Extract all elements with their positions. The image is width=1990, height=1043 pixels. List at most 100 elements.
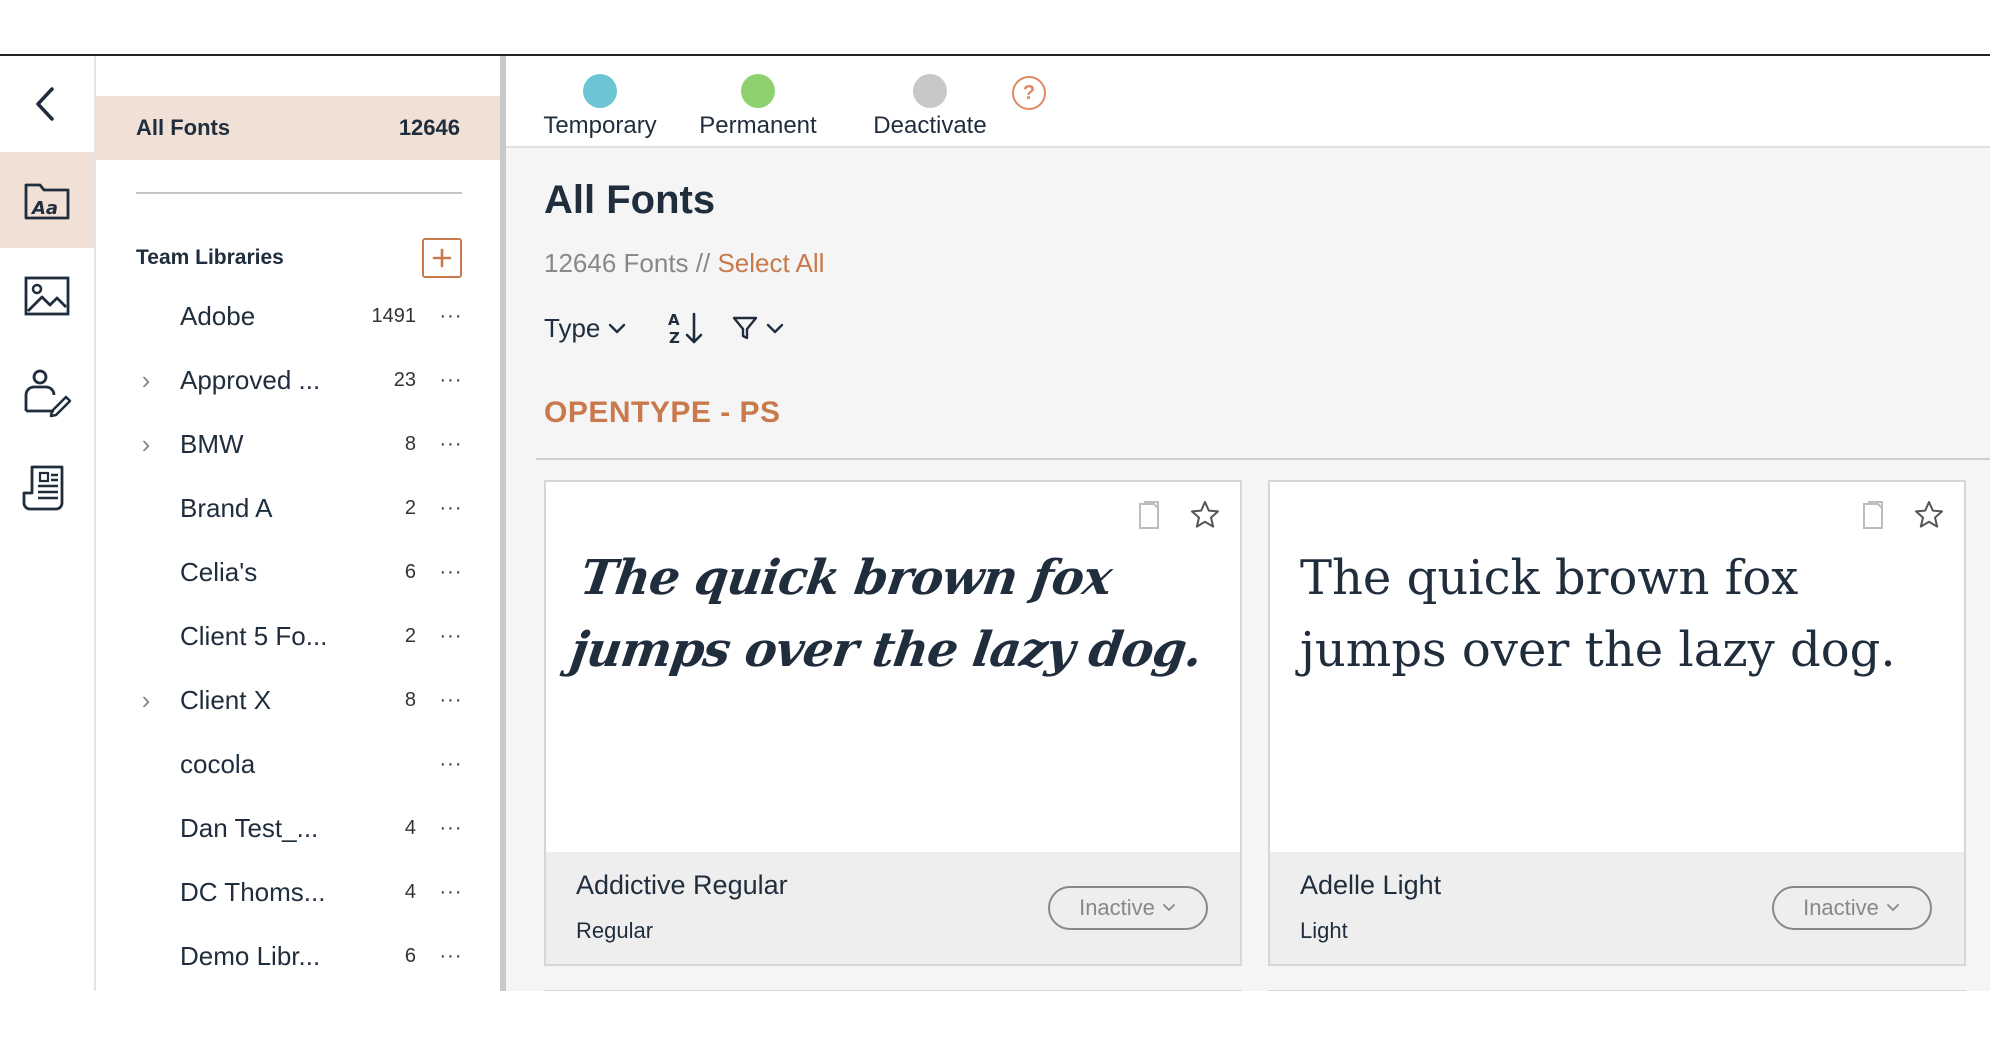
main-content: Temporary Permanent Deactivate ? All Fon…	[506, 56, 1990, 991]
more-options-icon[interactable]: ···	[436, 497, 466, 520]
chevron-left-icon	[36, 87, 54, 121]
deactivate-button[interactable]: Deactivate	[850, 74, 1010, 140]
more-options-icon[interactable]: ···	[436, 689, 466, 712]
chevron-right-icon[interactable]: ›	[138, 685, 154, 716]
library-item[interactable]: cocola ···	[96, 732, 500, 796]
activation-status-dropdown[interactable]: Inactive	[1048, 886, 1208, 930]
svg-text:Aa: Aa	[30, 198, 58, 219]
more-options-icon[interactable]: ···	[436, 945, 466, 968]
library-count: 4	[404, 880, 416, 903]
library-item[interactable]: Celia's 6 ···	[96, 540, 500, 604]
library-name: DC Thoms...	[180, 876, 326, 907]
more-options-icon[interactable]: ···	[436, 753, 466, 776]
divider	[136, 192, 462, 194]
back-button[interactable]	[0, 56, 94, 152]
section-title: OPENTYPE - PS	[544, 396, 781, 429]
chevron-down-icon	[609, 323, 626, 334]
chevron-down-icon	[1163, 904, 1175, 912]
font-style: Regular	[576, 918, 654, 943]
library-name: Dan Test_...	[180, 812, 319, 843]
svg-text:A: A	[668, 311, 680, 329]
font-name: Adelle Light	[1300, 870, 1442, 900]
reports-nav[interactable]	[0, 440, 94, 536]
permanent-activation-button[interactable]: Permanent	[678, 74, 838, 140]
more-options-icon[interactable]: ···	[436, 433, 466, 456]
chevron-down-icon	[1887, 904, 1899, 912]
library-count: 6	[404, 944, 416, 967]
library-count: 23	[393, 368, 416, 391]
library-count: 6	[404, 560, 416, 583]
star-icon[interactable]	[1188, 498, 1222, 532]
library-item[interactable]: › Approved ... 23 ···	[96, 348, 500, 412]
library-item[interactable]: DC Thoms... 4 ···	[96, 860, 500, 924]
library-item[interactable]: Brand A 2 ···	[96, 476, 500, 540]
chevron-right-icon[interactable]: ›	[138, 365, 154, 396]
font-card[interactable]: The quick brown fox jumps over the lazy …	[544, 480, 1242, 966]
font-count-text: 12646 Fonts //	[544, 248, 718, 278]
images-nav[interactable]	[0, 248, 94, 344]
svg-text:Z: Z	[669, 329, 680, 347]
library-count: 4	[404, 816, 416, 839]
library-item[interactable]: › Client X 8 ···	[96, 668, 500, 732]
chevron-right-icon[interactable]: ›	[138, 429, 154, 460]
font-card[interactable]: The quick brown fox jumps over the lazy …	[1268, 480, 1966, 966]
library-count: 8	[404, 432, 416, 455]
temporary-activation-button[interactable]: Temporary	[520, 74, 680, 140]
star-icon[interactable]	[1912, 498, 1946, 532]
user-manage-nav[interactable]	[0, 344, 94, 440]
next-card-edge	[544, 990, 1242, 991]
library-item[interactable]: Client 5 Fo... 2 ···	[96, 604, 500, 668]
more-options-icon[interactable]: ···	[436, 881, 466, 904]
permanent-dot-icon	[741, 74, 775, 108]
type-filter-dropdown[interactable]: Type	[544, 313, 628, 344]
fonts-nav[interactable]: Aa	[0, 152, 94, 248]
all-fonts-count: 12646	[398, 115, 460, 140]
library-count: 8	[404, 688, 416, 711]
copy-icon[interactable]	[1856, 498, 1890, 532]
status-label: Inactive	[1803, 895, 1879, 920]
more-options-icon[interactable]: ···	[436, 305, 466, 328]
library-item[interactable]: Dan Test_... 4 ···	[96, 796, 500, 860]
card-actions	[1856, 498, 1946, 532]
library-item[interactable]: Adobe 1491 ···	[96, 284, 500, 348]
more-options-icon[interactable]: ···	[436, 561, 466, 584]
more-options-icon[interactable]: ···	[436, 817, 466, 840]
more-options-icon[interactable]: ···	[436, 369, 466, 392]
add-library-button[interactable]	[422, 238, 462, 278]
library-count: 1491	[371, 304, 417, 327]
filter-icon	[733, 316, 758, 340]
help-icon[interactable]: ?	[1012, 76, 1046, 110]
library-name: Demo Libr...	[180, 940, 321, 971]
filter-dropdown[interactable]	[730, 313, 786, 343]
plus-box-icon	[432, 248, 452, 268]
library-count: 2	[404, 496, 416, 519]
card-footer: Addictive Regular Regular Inactive	[546, 852, 1240, 964]
card-footer: Adelle Light Light Inactive	[1270, 852, 1964, 964]
team-libraries-header: Team Libraries	[136, 236, 462, 280]
library-name: Celia's	[180, 556, 258, 587]
more-options-icon[interactable]: ···	[436, 625, 466, 648]
type-filter-label: Type	[544, 312, 601, 343]
activation-status-dropdown[interactable]: Inactive	[1772, 886, 1932, 930]
permanent-label: Permanent	[699, 112, 817, 139]
copy-icon[interactable]	[1132, 498, 1166, 532]
chevron-down-icon	[767, 323, 784, 334]
library-item[interactable]: › BMW 8 ···	[96, 412, 500, 476]
document-list-icon	[22, 465, 64, 511]
page-title: All Fonts	[544, 178, 716, 222]
user-edit-icon	[24, 369, 72, 418]
temporary-dot-icon	[583, 74, 617, 108]
library-list: Adobe 1491 ··· › Approved ... 23 ··· › BMW 8 ··· Br…	[96, 284, 500, 988]
font-sample-text: The quick brown fox jumps over the lazy …	[567, 550, 1206, 678]
library-sidebar: All Fonts 12646 Team Libraries Adobe 1491…	[96, 56, 506, 991]
deactivate-dot-icon	[913, 74, 947, 108]
library-name: Brand A	[180, 492, 273, 523]
library-name: BMW	[180, 428, 244, 459]
all-fonts-item[interactable]: All Fonts 12646	[96, 96, 500, 160]
select-all-link[interactable]: Select All	[717, 248, 824, 278]
library-name: cocola	[180, 748, 256, 779]
app-window: Aa All Fonts 12646 Team Libraries Adobe …	[0, 54, 1990, 991]
sort-az-icon[interactable]: A Z	[666, 308, 706, 348]
library-item[interactable]: Demo Libr... 6 ···	[96, 924, 500, 988]
image-icon	[24, 276, 70, 316]
